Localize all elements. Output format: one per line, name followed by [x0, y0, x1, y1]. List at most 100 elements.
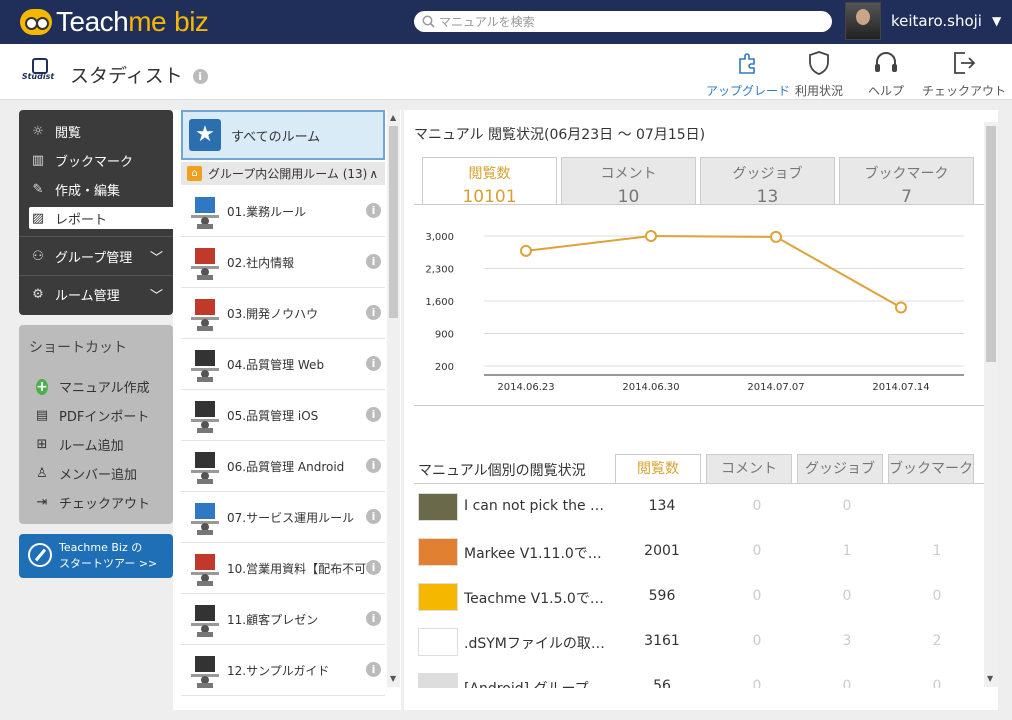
logo-text: Teach — [56, 6, 129, 37]
manual-row[interactable]: I can not pick the … 134 0 0 — [418, 485, 984, 530]
menu-item-browse[interactable]: ☼ 閲覧 — [29, 120, 81, 142]
room-thumbnail — [187, 344, 223, 384]
manual-thumbnail — [418, 673, 458, 688]
info-icon[interactable]: i — [366, 509, 381, 524]
room-item[interactable]: 05.品質管理 iOS i — [181, 390, 385, 441]
puzzle-icon — [733, 50, 763, 76]
user-menu[interactable]: keitaro.shoji ▼ — [845, 2, 1001, 40]
manual-title[interactable]: Teachme V1.5.0で… — [464, 588, 610, 608]
info-icon[interactable]: i — [366, 254, 381, 269]
manual-row[interactable]: Markee V1.11.0で… 2001 0 1 1 — [418, 530, 984, 575]
manual-goodjob: 0 — [842, 498, 852, 514]
info-icon[interactable]: i — [366, 203, 381, 218]
room-item[interactable]: 04.品質管理 Web i — [181, 339, 385, 390]
shortcut-add-room[interactable]: ⊞ ルーム追加 — [33, 435, 124, 454]
lightbulb-icon: ☼ — [32, 123, 44, 139]
info-icon[interactable]: i — [366, 356, 381, 371]
shortcut-checkout[interactable]: ⇥ チェックアウト — [33, 493, 150, 512]
shortcut-create-manual[interactable]: + マニュアル作成 — [33, 377, 150, 396]
room-item[interactable]: 03.開発ノウハウ i — [181, 288, 385, 339]
room-item[interactable]: 10.営業用資料【配布不可】 i — [181, 543, 385, 594]
menu-item-label: 閲覧 — [55, 125, 82, 141]
room-item-label: 10.営業用資料【配布不可】 — [227, 561, 367, 576]
info-icon[interactable]: i — [366, 407, 381, 422]
menu-divider — [19, 275, 173, 276]
manual-goodjob: 3 — [842, 633, 852, 649]
manual-comments: 0 — [752, 633, 762, 649]
room-group-header[interactable]: ⌂ グループ内公開用ルーム (13) ∧ — [181, 162, 385, 185]
search-box[interactable] — [414, 11, 832, 32]
info-icon[interactable]: i — [366, 305, 381, 320]
shortcut-label: ルーム追加 — [59, 439, 124, 454]
info-icon[interactable]: i — [192, 69, 208, 84]
manual-title[interactable]: I can not pick the … — [464, 498, 610, 514]
shortcut-title: ショートカット — [29, 340, 127, 356]
manual-title[interactable]: Markee V1.11.0で… — [464, 543, 610, 563]
scroll-down-icon[interactable]: ▼ — [390, 674, 396, 683]
info-icon[interactable]: i — [366, 662, 381, 677]
room-item[interactable]: 06.品質管理 Android i — [181, 441, 385, 492]
shortcut-add-member[interactable]: ♙ メンバー追加 — [33, 464, 137, 483]
manual-title[interactable]: [Android] グループ… — [464, 678, 610, 688]
usage-button[interactable]: 利用状況 — [795, 50, 843, 99]
sub-header: Studist スタディスト i アップグレード 利用状況 ヘルプ チェックアウト — [0, 44, 1012, 100]
room-thumbnail — [187, 446, 223, 486]
menu-group-management[interactable]: ⚇ グループ管理 — [29, 245, 132, 267]
manual-title[interactable]: .dSYMファイルの取… — [464, 633, 610, 653]
info-icon[interactable]: i — [366, 458, 381, 473]
star-icon: ★ — [189, 119, 221, 151]
room-icon: ⚙ — [32, 286, 44, 302]
room-scrollbar[interactable]: ▲ ▼ — [387, 110, 400, 687]
room-all[interactable]: ★ すべてのルーム — [181, 110, 385, 160]
room-list: ★ すべてのルーム ⌂ グループ内公開用ルーム (13) ∧ 01.業務ルール i 02.… — [173, 110, 401, 710]
main-scrollbar[interactable]: ▼ — [984, 122, 998, 687]
collapse-icon[interactable]: ∧ — [369, 167, 378, 181]
room-thumbnail — [187, 650, 223, 690]
scroll-thumb[interactable] — [986, 126, 996, 362]
menu-item-edit[interactable]: ✎ 作成・編集 — [29, 178, 120, 200]
upgrade-button[interactable]: アップグレード — [706, 50, 790, 99]
room-item[interactable]: 01.業務ルール i — [181, 186, 385, 237]
manual-row[interactable]: [Android] グループ… 56 0 0 0 — [418, 665, 984, 688]
chevron-down-icon[interactable]: ﹀ — [150, 247, 163, 266]
group-icon: ⚇ — [32, 248, 44, 264]
scroll-thumb[interactable] — [389, 126, 398, 318]
scroll-down-icon[interactable]: ▼ — [987, 674, 993, 683]
menu-item-bookmark[interactable]: ▥ ブックマーク — [29, 149, 133, 171]
room-item[interactable]: 12.サンプルガイド i — [181, 645, 385, 696]
room-thumbnail — [187, 242, 223, 282]
menu-item-report[interactable]: ▨ レポート — [29, 207, 173, 229]
room-item-label: 02.社内情報 — [227, 255, 295, 270]
help-button[interactable]: ヘルプ — [868, 50, 904, 99]
shortcut-pdf-import[interactable]: ▤ PDFインポート — [33, 406, 149, 425]
room-item[interactable]: 11.顧客プレゼン i — [181, 594, 385, 645]
exit-icon: ⇥ — [36, 495, 48, 510]
shortcut-label: チェックアウト — [59, 497, 151, 512]
room-item-label: 05.品質管理 iOS — [227, 408, 319, 423]
info-icon[interactable]: i — [366, 611, 381, 626]
chevron-down-icon[interactable]: ﹀ — [150, 285, 163, 304]
search-input[interactable] — [439, 14, 819, 29]
exit-icon — [949, 50, 979, 76]
studist-logo-text: Studist — [21, 72, 55, 81]
scroll-up-icon[interactable]: ▲ — [390, 113, 396, 122]
app-logo[interactable]: Teach me biz — [20, 6, 209, 38]
manual-comments: 0 — [752, 678, 762, 688]
menu-room-management[interactable]: ⚙ ルーム管理 — [29, 283, 119, 305]
manual-goodjob: 1 — [842, 543, 852, 559]
shortcut-label: マニュアル作成 — [59, 381, 150, 396]
avatar — [845, 2, 881, 40]
manual-bookmarks: 0 — [932, 678, 942, 688]
tour-line1: Teachme Biz の — [59, 541, 143, 554]
upgrade-label: アップグレード — [706, 84, 791, 98]
manual-row[interactable]: Teachme V1.5.0で… 596 0 0 0 — [418, 575, 984, 620]
start-tour-button[interactable]: Teachme Biz のスタートツアー >> — [19, 534, 173, 578]
manual-row[interactable]: .dSYMファイルの取… 3161 0 3 2 — [418, 620, 984, 665]
room-item[interactable]: 07.サービス運用ルール i — [181, 492, 385, 543]
checkout-button[interactable]: チェックアウト — [922, 50, 1006, 99]
menu-item-label: ブックマーク — [55, 154, 134, 170]
pen-icon: ✎ — [32, 181, 44, 197]
room-item-label: 11.顧客プレゼン — [227, 612, 319, 627]
room-item[interactable]: 02.社内情報 i — [181, 237, 385, 288]
info-icon[interactable]: i — [366, 560, 381, 575]
